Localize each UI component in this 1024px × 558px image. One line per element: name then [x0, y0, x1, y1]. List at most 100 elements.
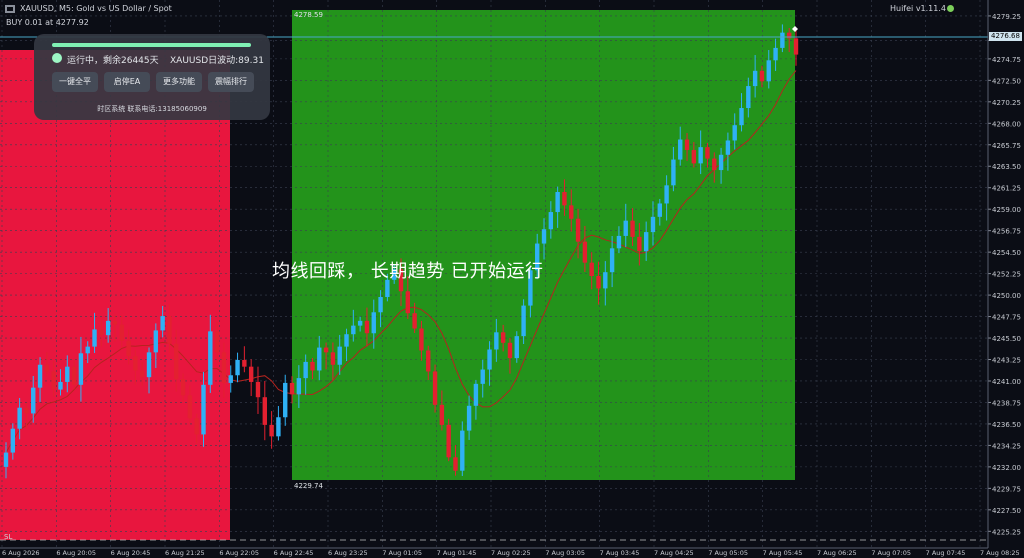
candle-body	[255, 381, 261, 398]
more-functions-button[interactable]: 更多功能	[156, 72, 202, 92]
candle-body	[119, 324, 124, 341]
progress-bar	[52, 43, 251, 47]
box-high-label: 4278.59	[294, 11, 323, 19]
candle-body	[725, 140, 731, 155]
candle-body	[412, 313, 417, 329]
candle-body	[739, 108, 744, 126]
y-tick-label: 4241.00	[992, 378, 1021, 386]
candle-body	[160, 316, 165, 331]
candle-body	[242, 359, 247, 367]
candle-body	[473, 383, 479, 406]
candle-body	[208, 331, 213, 385]
candle-body	[71, 366, 77, 385]
status-dot-icon	[52, 53, 62, 63]
run-status: 运行中，剩余26445天	[67, 56, 159, 66]
candle-body	[507, 342, 513, 359]
time-axis[interactable]: 6 Aug 2026 6 Aug 20:05 6 Aug 20:45 6 Aug 21…	[2, 549, 1020, 557]
y-tick-label: 4250.00	[992, 292, 1021, 300]
candle-body	[766, 60, 771, 82]
candle-body	[480, 369, 485, 384]
y-tick-label: 4247.75	[992, 314, 1021, 322]
candle-body	[37, 364, 43, 388]
candle-body	[3, 452, 9, 467]
candle-body	[678, 139, 683, 160]
candle-body	[664, 185, 669, 204]
candle-body	[684, 139, 690, 151]
y-tick-label: 4261.25	[992, 185, 1021, 193]
y-tick-label: 4234.25	[992, 442, 1021, 450]
order-line-label: BUY 0.01 at 4277.92	[6, 18, 89, 27]
y-tick-label: 4268.00	[992, 120, 1021, 128]
candle-body	[51, 371, 56, 390]
close-all-button[interactable]: 一键全平	[52, 72, 98, 92]
x-tick-label: 6 Aug 20:05	[56, 549, 96, 557]
candle-body	[174, 343, 179, 380]
candle-body	[569, 205, 574, 219]
candle-body	[521, 305, 526, 337]
green-zone	[292, 10, 795, 480]
y-tick-label: 4265.75	[992, 142, 1021, 150]
candle-body	[351, 325, 356, 335]
candle-body	[712, 158, 717, 171]
candle-body	[657, 203, 662, 217]
candle-body	[180, 379, 186, 396]
candle-body	[112, 320, 118, 325]
x-tick-label: 6 Aug 22:05	[219, 549, 259, 557]
candle-body	[541, 229, 547, 244]
candle-body	[500, 332, 506, 343]
box-low-label: 4229.74	[294, 482, 323, 490]
candle-body	[746, 86, 751, 109]
x-tick-label: 6 Aug 2026	[2, 549, 40, 557]
y-tick-label: 4263.50	[992, 163, 1021, 171]
contact-info: 时区系统 联系电话:13185060909	[97, 105, 207, 113]
candle-body	[718, 154, 724, 171]
trend-message: 均线回踩， 长期趋势 已开始运行	[272, 261, 544, 282]
x-tick-label: 7 Aug 07:45	[926, 549, 966, 557]
candle-body	[460, 430, 465, 471]
candle-body	[405, 291, 411, 314]
x-tick-label: 7 Aug 08:25	[980, 549, 1020, 557]
candle-body	[24, 407, 29, 414]
candle-body	[575, 218, 581, 242]
candle-body	[283, 382, 288, 418]
candle-body	[78, 353, 84, 385]
candle-body	[732, 125, 737, 141]
y-tick-label: 4272.50	[992, 77, 1021, 85]
candle-body	[494, 332, 499, 350]
ea-name: Huifei v1.11.4	[890, 4, 946, 13]
x-tick-label: 7 Aug 03:45	[600, 549, 640, 557]
candle-body	[262, 397, 267, 425]
y-tick-label: 4254.50	[992, 249, 1021, 257]
candle-body	[303, 361, 308, 379]
candle-body	[630, 220, 635, 237]
ea-status-icon[interactable]	[947, 5, 954, 12]
toggle-ea-button[interactable]: 启停EA	[104, 72, 150, 92]
candle-body	[85, 346, 90, 354]
daily-volatility: XAUUSD日波动:89.31	[170, 56, 264, 66]
candle-body	[323, 347, 329, 353]
amplitude-ranking-button[interactable]: 震幅排行	[208, 72, 254, 92]
candle-body	[589, 262, 594, 276]
candle-body	[58, 381, 63, 390]
candle-body	[671, 159, 676, 186]
candle-body	[793, 38, 799, 55]
candle-body	[759, 70, 765, 82]
y-tick-label: 4256.75	[992, 228, 1021, 236]
candle-body	[317, 347, 322, 371]
y-tick-label: 4236.50	[992, 421, 1021, 429]
x-tick-label: 7 Aug 05:45	[763, 549, 803, 557]
x-tick-label: 6 Aug 22:45	[274, 549, 314, 557]
symbol-icon[interactable]	[5, 5, 15, 13]
candle-body	[140, 370, 145, 378]
candle-body	[153, 330, 159, 353]
x-tick-label: 7 Aug 06:25	[817, 549, 857, 557]
candle-body	[105, 320, 111, 336]
x-tick-label: 6 Aug 23:25	[328, 549, 368, 557]
candle-body	[514, 336, 519, 359]
candle-body	[555, 192, 560, 213]
y-tick-label: 4238.75	[992, 399, 1021, 407]
candle-body	[705, 147, 710, 159]
y-tick-label: 4245.50	[992, 335, 1021, 343]
candle-body	[310, 361, 315, 371]
candle-body	[371, 312, 376, 334]
